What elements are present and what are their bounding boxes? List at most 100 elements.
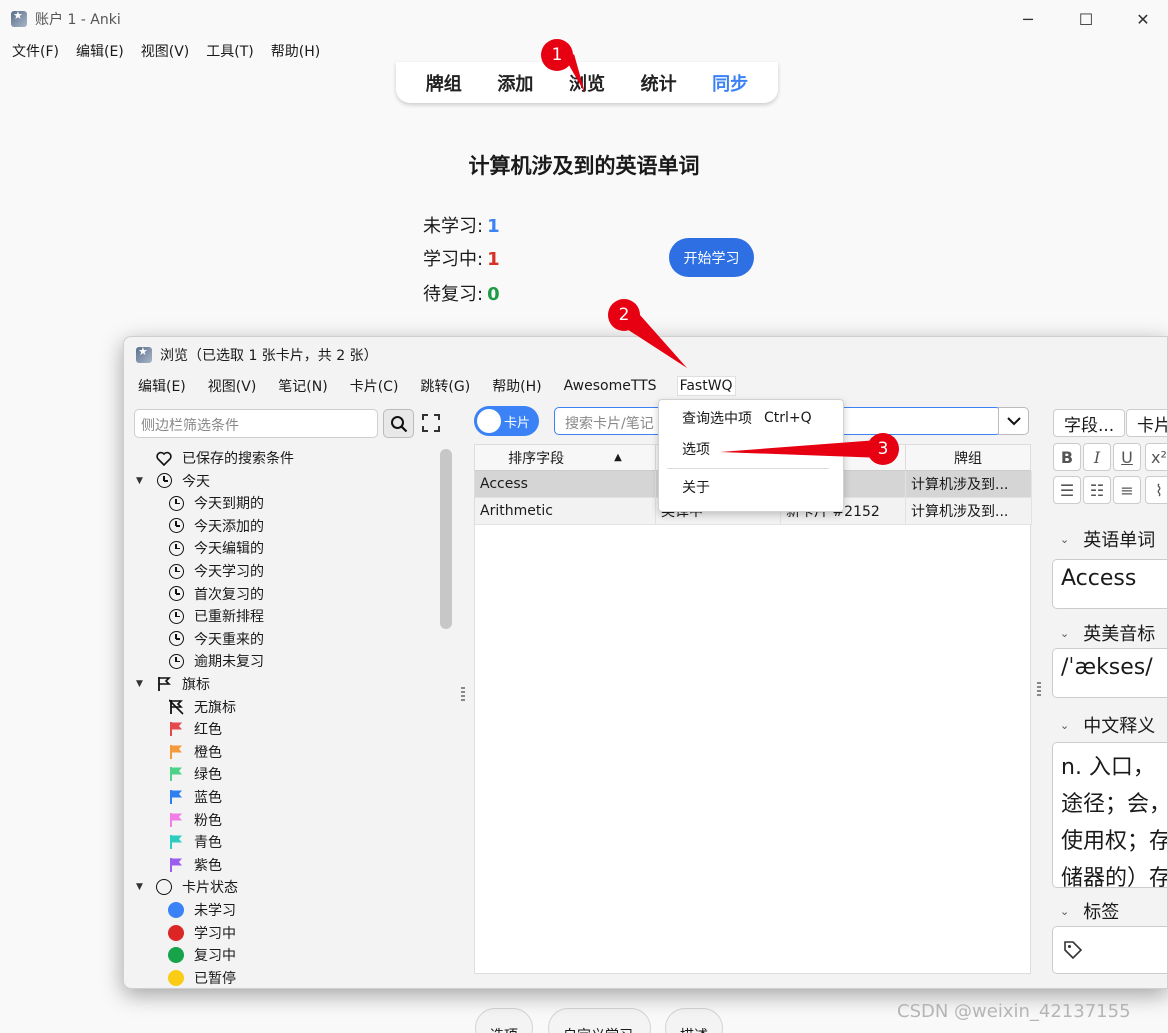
caret-down-icon[interactable]: ▼ — [136, 882, 148, 892]
sidebar-item[interactable]: 红色 — [168, 718, 222, 740]
browser-menu-go[interactable]: 跳转(G) — [418, 375, 472, 397]
browser-menu-fastwq[interactable]: FastWQ — [676, 376, 736, 396]
editor-splitter[interactable] — [1037, 682, 1041, 696]
sidebar-item[interactable]: 蓝色 — [168, 786, 222, 808]
minimize-icon[interactable]: ─ — [1003, 0, 1053, 38]
toolbar-decks[interactable]: 牌组 — [426, 70, 462, 96]
italic-icon[interactable]: I — [1083, 443, 1111, 471]
field-label-phonetic[interactable]: ⌄ 英美音标 — [1060, 620, 1155, 646]
caret-down-icon[interactable]: ▼ — [136, 476, 148, 486]
sidebar-item[interactable]: 复习中 — [168, 944, 236, 966]
menu-item-query-selected[interactable]: 查询选中项 Ctrl+Q — [659, 404, 843, 432]
field-label-word[interactable]: ⌄ 英语单词 — [1060, 526, 1155, 552]
browser-menu-help[interactable]: 帮助(H) — [490, 375, 543, 397]
browser-titlebar: 浏览（已选取 1 张卡片，共 2 张） — [124, 337, 1167, 373]
sidebar-item[interactable]: 未学习 — [168, 899, 236, 921]
options-button[interactable]: 选项 — [475, 1008, 533, 1033]
dot-icon — [168, 947, 184, 964]
field-input-phonetic[interactable]: /ˈækses/ — [1052, 648, 1167, 698]
fields-button[interactable]: 字段... — [1053, 409, 1126, 437]
toolbar-browse[interactable]: 浏览 — [569, 70, 605, 96]
sidebar-item[interactable]: 紫色 — [168, 854, 222, 876]
sidebar-item[interactable]: 青色 — [168, 831, 222, 853]
align-icon[interactable]: ≡ — [1113, 476, 1141, 504]
numbered-list-icon[interactable]: ☷ — [1083, 476, 1111, 504]
sidebar-item[interactable]: 橙色 — [168, 741, 222, 763]
sidebar-scrollbar[interactable] — [440, 449, 452, 629]
tags-input[interactable] — [1052, 926, 1167, 974]
chevron-down-icon: ⌄ — [1060, 904, 1070, 918]
browser-window: 浏览（已选取 1 张卡片，共 2 张） 编辑(E) 视图(V) 笔记(N) 卡片… — [123, 336, 1168, 989]
browser-menu-view[interactable]: 视图(V) — [206, 375, 259, 397]
sidebar-item[interactable]: 已暂停 — [168, 967, 236, 988]
sidebar-item[interactable]: 今天到期的 — [168, 492, 264, 514]
sidebar-item[interactable]: 已保存的搜索条件 — [136, 447, 294, 469]
sidebar-item[interactable]: 已重新排程 — [168, 605, 264, 627]
menu-tools[interactable]: 工具(T) — [206, 41, 253, 61]
menu-item-about[interactable]: 关于 — [659, 473, 843, 501]
sidebar-item-label: 卡片状态 — [182, 880, 238, 897]
toolbar-sync[interactable]: 同步 — [712, 70, 748, 96]
selection-tool-icon[interactable] — [422, 414, 440, 432]
clock-icon — [168, 631, 184, 647]
cell-deck: 计算机涉及到... — [906, 471, 1032, 498]
sidebar-item-label: 学习中 — [194, 925, 236, 942]
sidebar-search-input[interactable]: 侧边栏筛选条件 — [134, 409, 378, 438]
menu-help[interactable]: 帮助(H) — [271, 41, 320, 61]
sidebar-item[interactable]: 无旗标 — [168, 696, 236, 718]
field-label-meaning[interactable]: ⌄ 中文释义 — [1060, 712, 1155, 738]
cell-sort-field: Access — [475, 471, 656, 498]
maximize-icon[interactable]: ☐ — [1061, 0, 1111, 38]
sidebar-item[interactable]: 逾期未复习 — [168, 650, 264, 672]
sidebar-item[interactable]: 今天编辑的 — [168, 537, 264, 559]
browser-menu-notes[interactable]: 笔记(N) — [276, 375, 329, 397]
bullet-list-icon[interactable]: ☰ — [1053, 476, 1081, 504]
sidebar-item[interactable]: 今天重来的 — [168, 628, 264, 650]
start-study-button[interactable]: 开始学习 — [669, 238, 754, 277]
field-input-meaning[interactable]: n. 入口，途径；会，使用权；存储器的）存（情感）爆发 — [1052, 742, 1167, 888]
sidebar-item[interactable]: ▼ 卡片状态 — [136, 876, 238, 898]
sidebar-search-button[interactable] — [383, 409, 414, 438]
browser-title: 浏览（已选取 1 张卡片，共 2 张） — [160, 348, 378, 364]
sidebar-item[interactable]: 今天学习的 — [168, 560, 264, 582]
stat-new: 未学习: 1 — [423, 216, 500, 237]
description-button[interactable]: 描述 — [665, 1008, 723, 1033]
anki-app-icon — [11, 9, 27, 27]
caret-down-icon[interactable]: ▼ — [136, 679, 148, 689]
tags-label[interactable]: ⌄ 标签 — [1060, 898, 1119, 924]
superscript-icon[interactable]: x² — [1145, 443, 1167, 471]
dot-icon — [168, 902, 184, 918]
sidebar-item[interactable]: 粉色 — [168, 809, 222, 831]
bold-icon[interactable]: B — [1053, 443, 1081, 471]
cards-notes-toggle[interactable]: 卡片 — [474, 406, 539, 436]
dot-icon — [168, 924, 184, 941]
flag-icon — [168, 721, 184, 737]
sidebar-item[interactable]: ▼ 旗标 — [136, 673, 210, 695]
sidebar-item[interactable]: ▼ 今天 — [136, 470, 210, 492]
flag-icon — [168, 834, 184, 850]
search-history-dropdown[interactable] — [998, 407, 1029, 435]
menu-file[interactable]: 文件(F) — [12, 41, 59, 61]
menu-view[interactable]: 视图(V) — [141, 41, 190, 61]
browser-menu-cards[interactable]: 卡片(C) — [348, 375, 401, 397]
toolbar-add[interactable]: 添加 — [497, 70, 533, 96]
sidebar-splitter[interactable] — [461, 687, 465, 701]
custom-study-button[interactable]: 自定义学习 — [548, 1008, 651, 1033]
column-deck[interactable]: 牌组 — [906, 445, 1031, 471]
menu-edit[interactable]: 编辑(E) — [76, 41, 124, 61]
sidebar-item[interactable]: 今天添加的 — [168, 515, 264, 537]
toolbar-stats[interactable]: 统计 — [641, 70, 677, 96]
browser-menu-awesometts[interactable]: AwesomeTTS — [562, 377, 659, 395]
sidebar-item[interactable]: 绿色 — [168, 763, 222, 785]
clock-icon — [168, 653, 184, 669]
attachment-icon[interactable]: ⌇ — [1145, 476, 1167, 504]
field-input-word[interactable]: Access — [1052, 559, 1167, 609]
menu-item-options[interactable]: 选项 — [659, 435, 843, 463]
underline-icon[interactable]: U — [1113, 443, 1141, 471]
close-icon[interactable]: ✕ — [1118, 0, 1168, 38]
column-sort-field[interactable]: 排序字段 ▲ — [475, 445, 656, 471]
sidebar-item[interactable]: 学习中 — [168, 922, 236, 944]
sidebar-item[interactable]: 首次复习的 — [168, 583, 264, 605]
cards-button[interactable]: 卡片 — [1126, 409, 1167, 437]
browser-menu-edit[interactable]: 编辑(E) — [136, 375, 188, 397]
